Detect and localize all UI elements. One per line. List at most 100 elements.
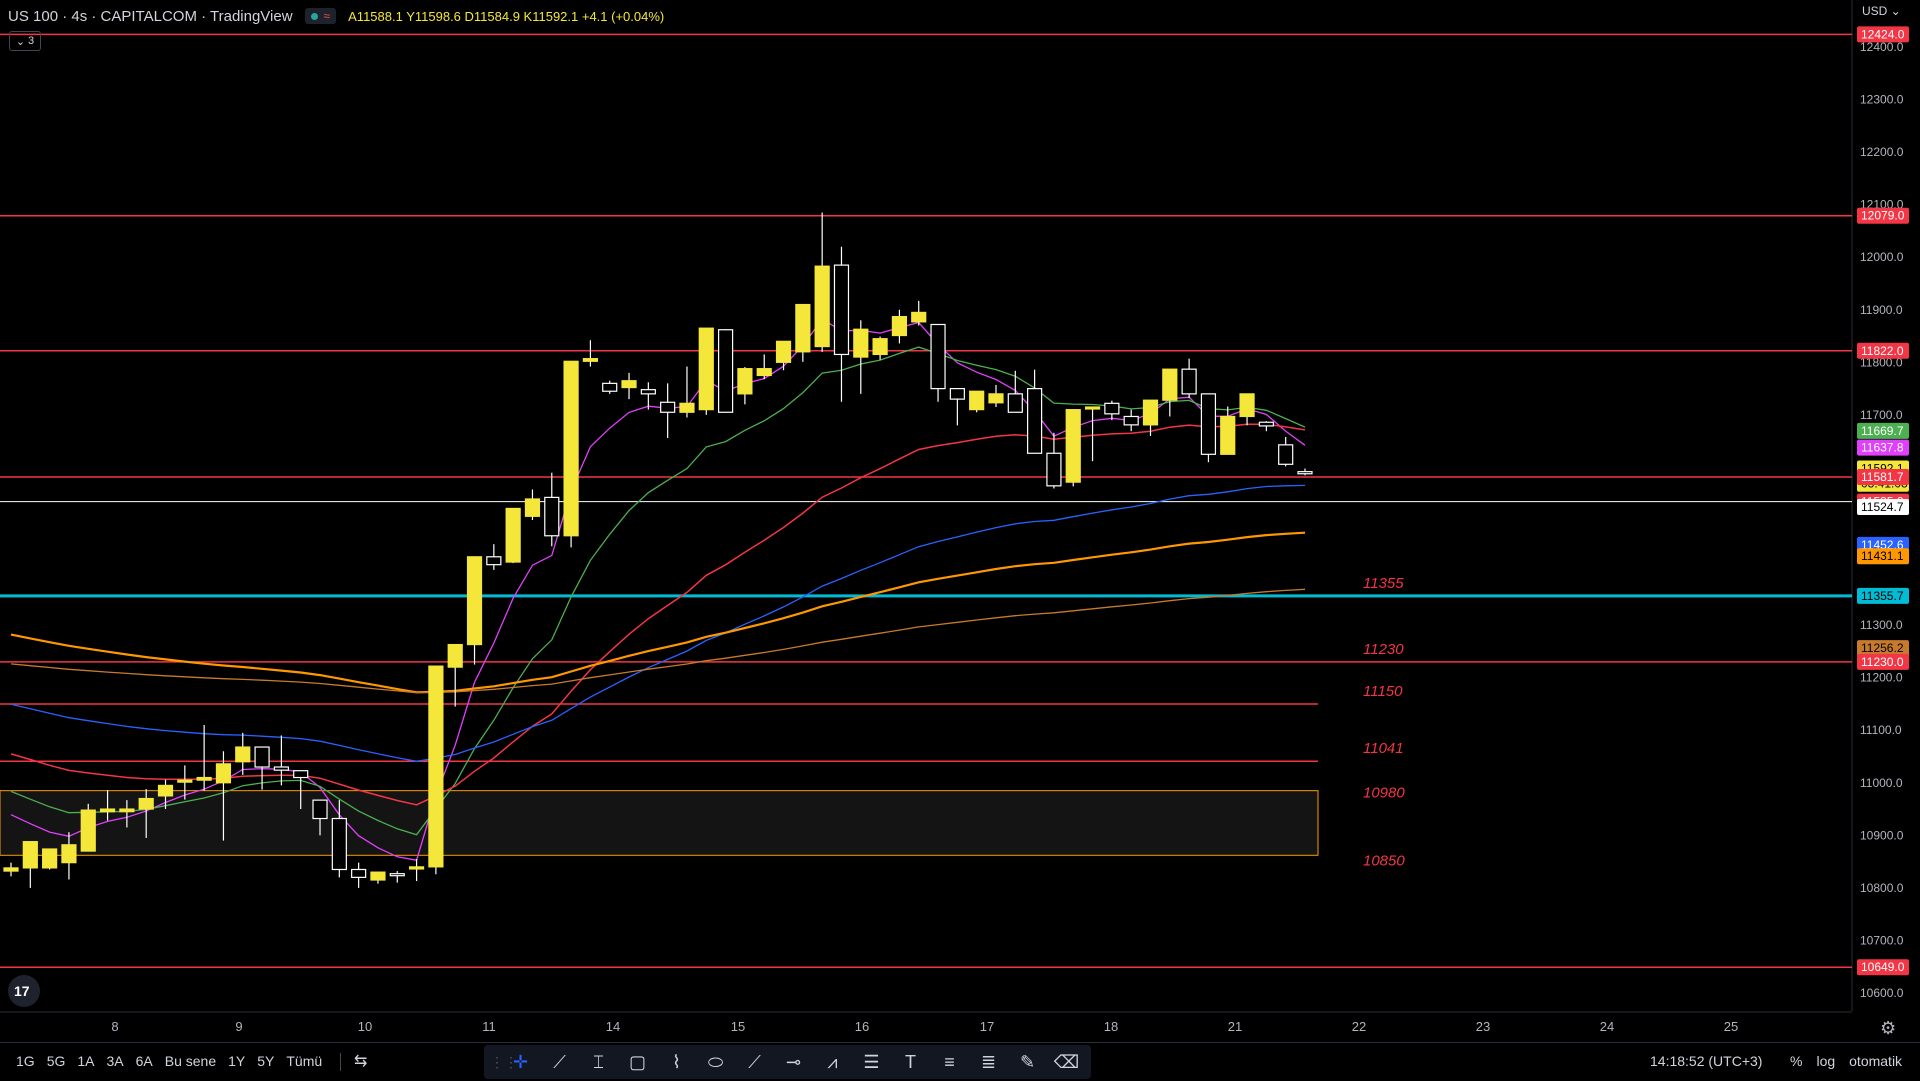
horizontal-ray-icon[interactable]: ⊸ <box>775 1047 812 1077</box>
eraser-icon[interactable]: ⌫ <box>1048 1047 1085 1077</box>
range-1a[interactable]: 1A <box>77 1053 94 1069</box>
price-tag[interactable]: 10649.0 <box>1857 959 1909 976</box>
candle[interactable] <box>22 841 38 888</box>
price-tag[interactable]: 11524.7 <box>1857 499 1909 516</box>
symbol-title[interactable]: US 100 · 4s · CAPITALCOM · TradingView <box>8 8 293 25</box>
candle[interactable] <box>1084 406 1101 462</box>
range-5y[interactable]: 5Y <box>257 1053 274 1069</box>
ema-200-line[interactable] <box>10 588 1306 694</box>
candle[interactable] <box>582 340 599 367</box>
price-tag[interactable]: 11431.1 <box>1857 548 1909 565</box>
candle[interactable] <box>1239 393 1255 426</box>
candle[interactable] <box>428 665 444 875</box>
candle[interactable] <box>988 384 1004 408</box>
anchored-text-icon[interactable]: ⌶ <box>580 1047 617 1077</box>
candle[interactable] <box>602 380 618 394</box>
rectangle-icon[interactable]: ▢ <box>619 1047 656 1077</box>
candle[interactable] <box>370 871 386 884</box>
parallel-channel-icon[interactable]: ☰ <box>853 1047 890 1077</box>
candle[interactable] <box>1258 421 1274 432</box>
candle[interactable] <box>679 366 695 418</box>
candle[interactable] <box>544 472 560 547</box>
pen-icon[interactable]: ✎ <box>1009 1047 1046 1077</box>
candle[interactable] <box>1278 436 1294 467</box>
candle[interactable] <box>1220 406 1236 455</box>
text-icon[interactable]: T <box>892 1047 929 1077</box>
candle[interactable] <box>1007 370 1023 413</box>
crosshair-icon[interactable]: ✛ <box>502 1047 539 1077</box>
price-tag[interactable]: 11581.7 <box>1857 469 1909 486</box>
ellipse-icon[interactable]: ⬭ <box>697 1047 734 1077</box>
grip-icon[interactable]: ⋮⋮ <box>490 1054 518 1071</box>
fib-icon[interactable]: ≡ <box>931 1047 968 1077</box>
candle[interactable] <box>273 735 289 786</box>
candle[interactable] <box>775 340 792 371</box>
gann-icon[interactable]: ≣ <box>970 1047 1007 1077</box>
candle[interactable] <box>911 300 927 326</box>
range-1y[interactable]: 1Y <box>228 1053 245 1069</box>
candle[interactable] <box>717 329 734 413</box>
candle[interactable] <box>969 390 985 413</box>
candle[interactable] <box>756 354 772 380</box>
candle[interactable] <box>408 858 425 882</box>
candle[interactable] <box>1027 369 1043 454</box>
range-5g[interactable]: 5G <box>47 1053 66 1069</box>
ema-30-line[interactable] <box>10 423 1306 806</box>
candle[interactable] <box>737 367 753 405</box>
candle[interactable] <box>949 388 965 426</box>
price-tag[interactable]: 12079.0 <box>1857 207 1909 224</box>
price-tag[interactable]: 11256.2 <box>1857 640 1909 657</box>
indicator-toggle[interactable]: ⌄ 3 <box>9 31 41 51</box>
price-tag[interactable]: 12424.0 <box>1857 26 1909 43</box>
candle[interactable] <box>486 544 502 570</box>
candle[interactable] <box>698 327 714 415</box>
candle[interactable] <box>563 360 579 548</box>
price-tag[interactable]: 11230.0 <box>1857 653 1909 670</box>
candle[interactable] <box>1104 400 1120 421</box>
candle[interactable] <box>1297 468 1313 476</box>
candle[interactable] <box>1123 409 1139 432</box>
candle[interactable] <box>1181 358 1197 399</box>
range-3a[interactable]: 3A <box>107 1053 124 1069</box>
currency-select[interactable]: USD ⌄ <box>1862 4 1901 18</box>
gear-icon[interactable]: ⚙ <box>1880 1018 1896 1039</box>
candle[interactable] <box>660 383 676 439</box>
price-tag[interactable]: 11637.8 <box>1857 439 1909 456</box>
path-icon[interactable]: ⌇ <box>658 1047 695 1077</box>
price-tag[interactable]: 11355.7 <box>1857 587 1909 604</box>
candle[interactable] <box>196 724 212 791</box>
candle[interactable] <box>930 323 946 402</box>
candle[interactable] <box>872 336 888 360</box>
range-ytd[interactable]: Bu sene <box>165 1053 216 1069</box>
ema-60-line[interactable] <box>10 484 1306 762</box>
candle[interactable] <box>795 303 811 362</box>
auto-scale-button[interactable]: otomatik <box>1849 1053 1902 1069</box>
price-tag[interactable]: 11669.7 <box>1857 422 1909 439</box>
log-scale-button[interactable]: log <box>1816 1053 1835 1069</box>
candle[interactable] <box>1046 432 1062 489</box>
candle[interactable] <box>833 246 850 402</box>
candle[interactable] <box>505 507 521 564</box>
price-tag[interactable]: 11822.0 <box>1857 342 1909 359</box>
date-range-icon[interactable]: ⇆ <box>354 1051 367 1071</box>
brush-icon[interactable]: ⟋ <box>736 1047 773 1077</box>
price-chart[interactable]: 113551123011150110411098010850 12400.012… <box>0 0 1920 1080</box>
candle[interactable] <box>466 556 483 665</box>
percent-scale-button[interactable]: % <box>1790 1053 1802 1069</box>
candle[interactable] <box>891 309 908 344</box>
market-status[interactable]: ≈ <box>304 8 337 24</box>
candle[interactable] <box>814 212 830 352</box>
candle[interactable] <box>853 320 869 394</box>
candle[interactable] <box>1162 368 1178 417</box>
candle[interactable] <box>524 489 541 520</box>
candle[interactable] <box>351 862 367 888</box>
tradingview-logo[interactable]: 17 <box>8 975 40 1007</box>
range-6a[interactable]: 6A <box>136 1053 153 1069</box>
candle[interactable] <box>621 372 637 400</box>
candle[interactable] <box>235 732 251 775</box>
candle[interactable] <box>1065 409 1081 487</box>
candle[interactable] <box>80 803 96 852</box>
candle[interactable] <box>447 643 463 707</box>
range-all[interactable]: Tümü <box>286 1053 322 1069</box>
candle[interactable] <box>3 862 19 877</box>
